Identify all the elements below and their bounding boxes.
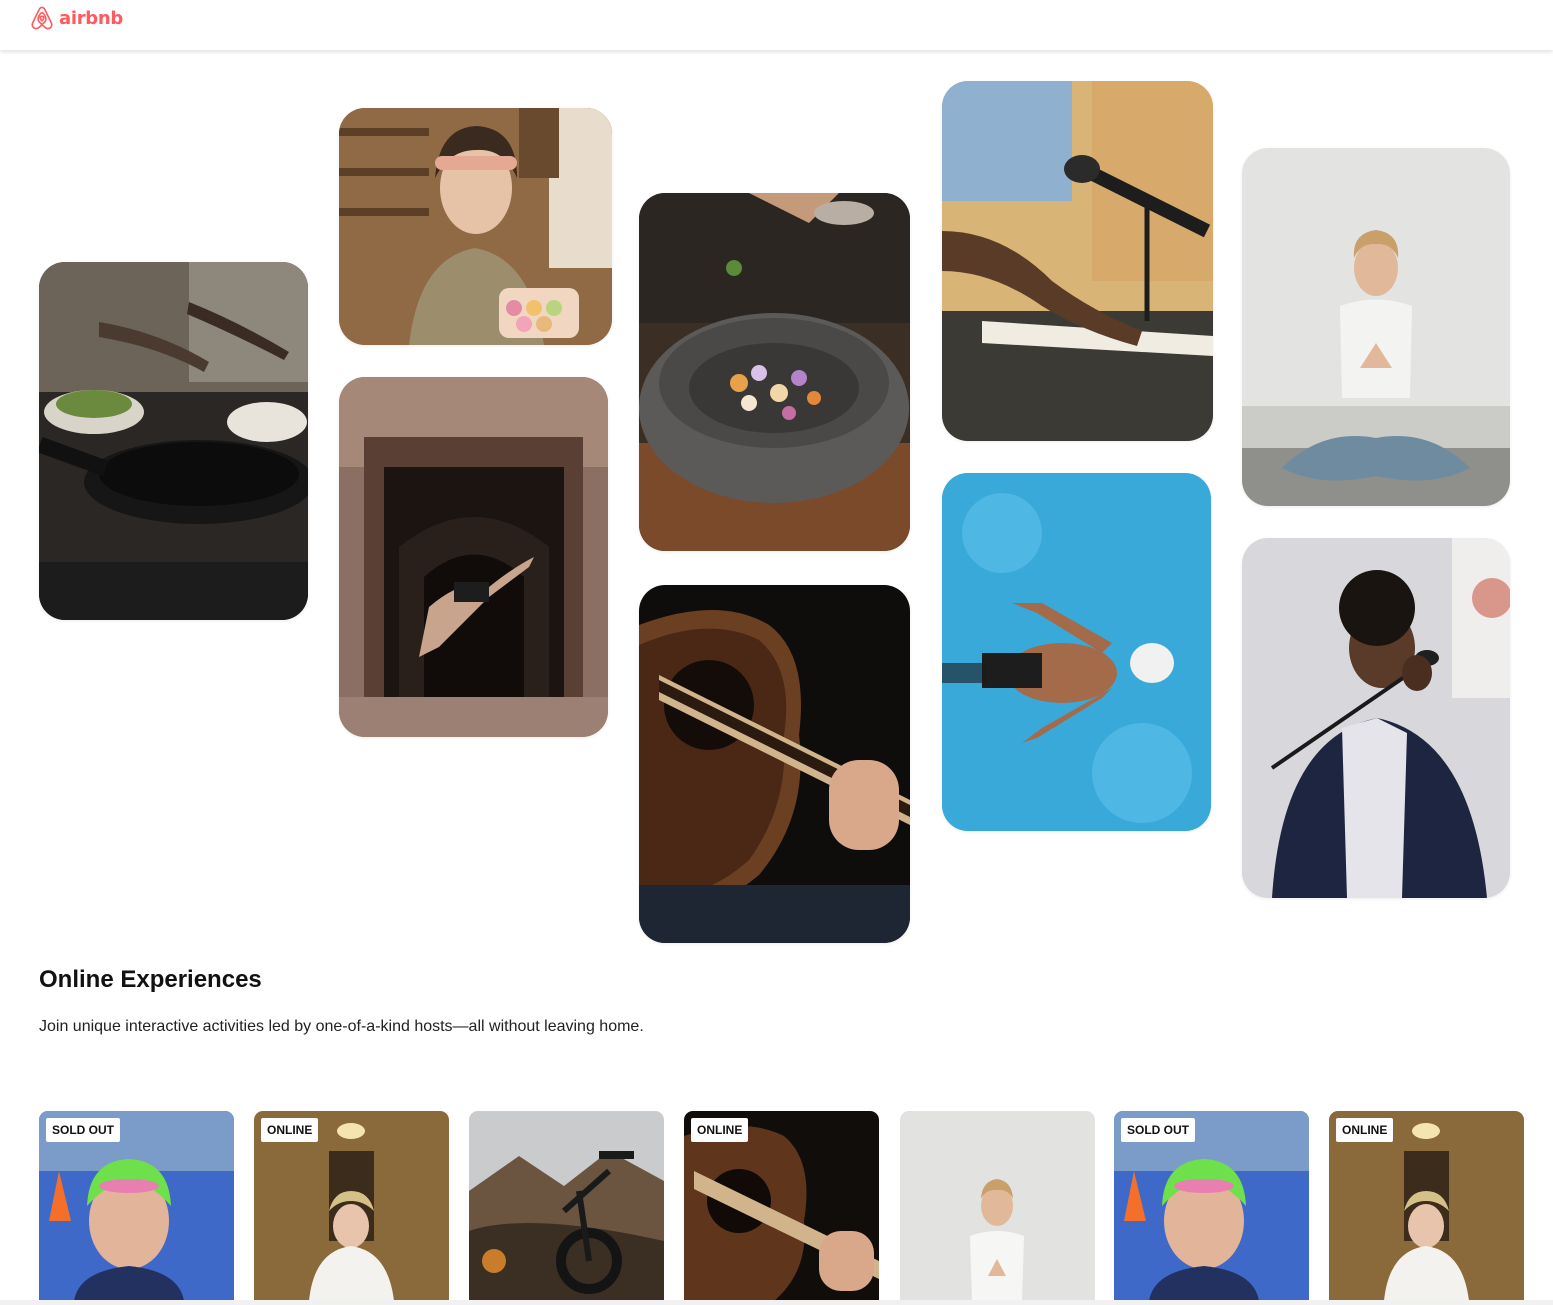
status-badge: SOLD OUT — [1121, 1118, 1195, 1142]
cooking-pan-image — [39, 262, 308, 620]
swimmer-image — [942, 473, 1211, 831]
salting-bowl-image — [639, 193, 910, 551]
photo-guitar[interactable] — [639, 585, 910, 943]
status-badge: ONLINE — [1336, 1118, 1394, 1142]
photo-dancer-doorway[interactable] — [339, 377, 608, 737]
section-title: Online Experiences — [39, 966, 262, 993]
experience-card[interactable]: SOLD OUT — [39, 1111, 234, 1301]
yoga-card-image — [900, 1111, 1095, 1301]
status-badge: SOLD OUT — [46, 1118, 120, 1142]
experience-card[interactable]: ONLINE — [254, 1111, 449, 1301]
top-navbar: airbnb — [0, 0, 1553, 50]
yoga-image — [1242, 148, 1510, 506]
experience-card[interactable]: ONLINE — [1329, 1111, 1524, 1301]
photo-salting-bowl[interactable] — [639, 193, 910, 551]
airbnb-belo-icon — [31, 6, 53, 30]
status-badge: ONLINE — [691, 1118, 749, 1142]
photo-woman-macarons[interactable] — [339, 108, 612, 345]
guitar-image — [639, 585, 910, 943]
airbnb-logo[interactable]: airbnb — [29, 5, 123, 31]
singer-image — [1242, 538, 1510, 898]
photo-yoga[interactable] — [1242, 148, 1510, 506]
woman-macarons-image — [339, 108, 612, 345]
scroll-edge — [0, 1300, 1553, 1305]
experience-card[interactable] — [900, 1111, 1095, 1301]
keyboard-mic-image — [942, 81, 1213, 441]
photo-keyboard-mic[interactable] — [942, 81, 1213, 441]
photo-singer[interactable] — [1242, 538, 1510, 898]
dancer-doorway-image — [339, 377, 608, 737]
photo-swimmer[interactable] — [942, 473, 1211, 831]
experience-card[interactable]: SOLD OUT — [1114, 1111, 1309, 1301]
experience-card[interactable] — [469, 1111, 664, 1301]
experience-card[interactable]: ONLINE — [684, 1111, 879, 1301]
status-badge: ONLINE — [261, 1118, 319, 1142]
section-subtitle: Join unique interactive activities led b… — [39, 1018, 644, 1035]
logo-text: airbnb — [59, 7, 123, 29]
mountain-bike-image — [469, 1111, 664, 1301]
photo-cooking-pan[interactable] — [39, 262, 308, 620]
